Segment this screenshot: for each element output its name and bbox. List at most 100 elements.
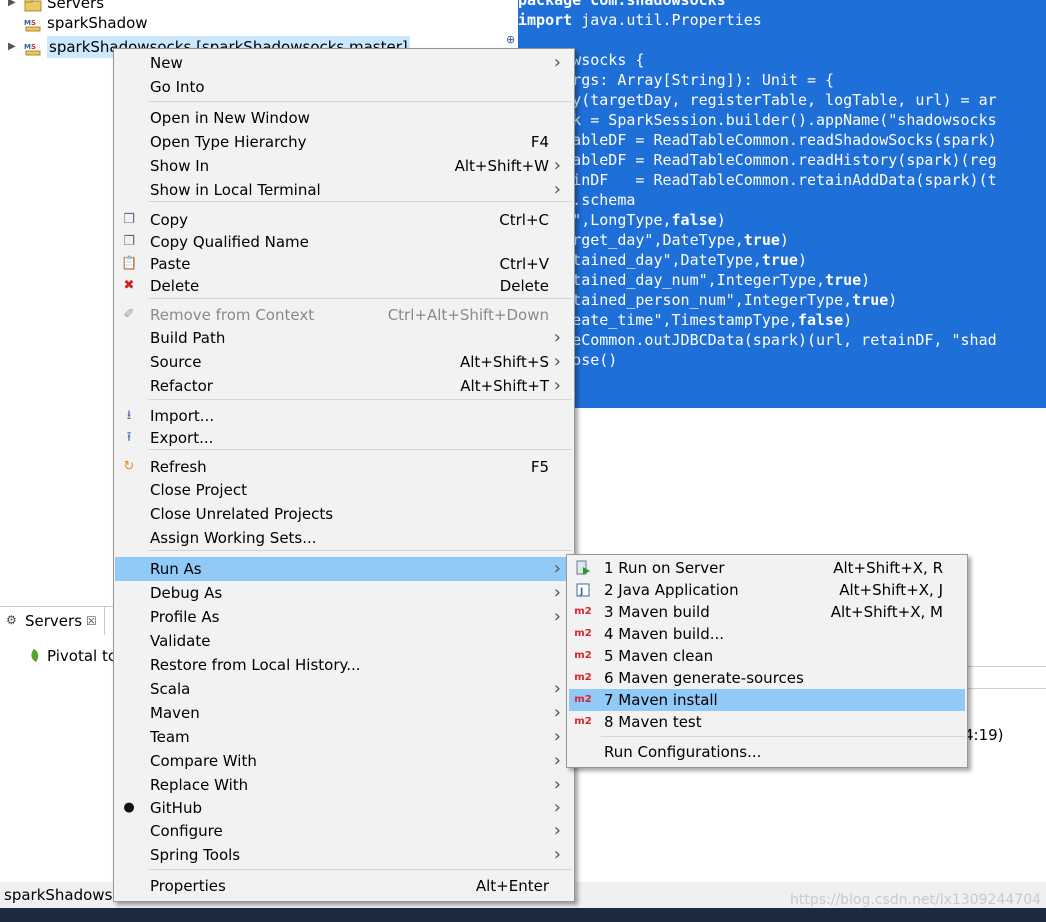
menu-item-label: Restore from Local History...: [150, 656, 361, 674]
menu-item-github[interactable]: ● GitHub ›: [115, 796, 573, 820]
tree-item-label: sparkShadow: [47, 14, 148, 32]
menu-item-build-path[interactable]: Build Path ›: [115, 326, 573, 350]
tab-servers[interactable]: ⚙ Servers ☒: [0, 607, 105, 635]
menu-item-copy-qualified-name[interactable]: ❐ Copy Qualified Name: [115, 230, 573, 254]
taskbar: [0, 908, 1046, 922]
menu-item-refresh[interactable]: ↻ Refresh F5: [115, 455, 573, 479]
menu-item-open-in-new-window[interactable]: Open in New Window: [115, 106, 573, 130]
close-icon[interactable]: ☒: [86, 610, 97, 632]
submenu-item-6-maven-generate-sources[interactable]: m2 6 Maven generate-sources: [569, 667, 965, 689]
remove-from-context-icon: ✐: [123, 307, 135, 322]
menu-item-label: Close Project: [150, 481, 247, 499]
fold-expand-icon[interactable]: ⊕: [506, 33, 515, 46]
menu-item-label: Profile As: [150, 608, 220, 626]
tree-item-sparkshadow[interactable]: MS sparkShadow: [0, 12, 484, 34]
server-label: Pivotal tc: [47, 647, 117, 665]
paste-icon: 📋: [121, 256, 138, 271]
menu-item-compare-with[interactable]: Compare With ›: [115, 749, 573, 773]
menu-item-import[interactable]: ⭳ Import...: [115, 404, 573, 428]
servers-icon: ⚙: [6, 613, 17, 627]
svg-text:S: S: [31, 19, 36, 27]
menu-item-export[interactable]: ⭱ Export...: [115, 426, 573, 450]
submenu-item-label: Run Configurations...: [604, 743, 762, 761]
menu-item-label: Source: [150, 353, 202, 371]
code-line: adTableCommon.outJDBCData(spark)(url, re…: [518, 330, 997, 350]
menu-item-open-type-hierarchy[interactable]: Open Type Hierarchy F4: [115, 130, 573, 154]
menu-item-label: Compare With: [150, 752, 257, 770]
menu-item-label: New: [150, 54, 183, 72]
submenu-arrow-icon: ›: [553, 351, 561, 372]
menu-item-label: Refactor: [150, 377, 213, 395]
submenu-item-label: 3 Maven build: [604, 603, 710, 621]
context-menu: New › Go Into Open in New Window Open Type H…: [113, 48, 575, 902]
menu-item-go-into[interactable]: Go Into: [115, 75, 573, 99]
menu-item-run-as[interactable]: Run As ›: [115, 557, 573, 581]
code-line: l logTableDF = ReadTableCommon.readHisto…: [518, 150, 997, 170]
submenu-item-run-configurations[interactable]: Run Configurations...: [569, 741, 965, 763]
expand-arrow-icon[interactable]: ▶: [8, 36, 16, 58]
menu-item-validate[interactable]: Validate: [115, 629, 573, 653]
submenu-item-label: 7 Maven install: [604, 691, 718, 709]
menu-item-delete[interactable]: ✖ Delete Delete: [115, 274, 573, 298]
code-text: ): [861, 271, 871, 289]
submenu-item-1-run-on-server[interactable]: 1 Run on Server Alt+Shift+X, R: [569, 557, 965, 579]
code-keyword: true: [825, 271, 862, 289]
menu-item-refactor[interactable]: Refactor Alt+Shift+T ›: [115, 374, 573, 398]
menu-item-label: Remove from Context: [150, 306, 315, 324]
code-line: l Array(targetDay, registerTable, logTab…: [518, 90, 997, 110]
code-keyword: true: [852, 291, 889, 309]
code-text: ): [716, 211, 726, 229]
submenu-item-4-maven-build[interactable]: m2 4 Maven build...: [569, 623, 965, 645]
menu-item-label: Show In: [150, 157, 210, 175]
menu-item-properties[interactable]: Properties Alt+Enter: [115, 874, 573, 898]
menu-item-close-project[interactable]: Close Project: [115, 478, 573, 502]
menu-item-new[interactable]: New ›: [115, 51, 573, 75]
code-keyword: true: [761, 251, 798, 269]
menu-item-debug-as[interactable]: Debug As ›: [115, 581, 573, 605]
menu-item-replace-with[interactable]: Replace With ›: [115, 773, 573, 797]
menu-item-spring-tools[interactable]: Spring Tools ›: [115, 843, 573, 867]
submenu-item-3-maven-build[interactable]: m2 3 Maven build Alt+Shift+X, M: [569, 601, 965, 623]
menu-item-team[interactable]: Team ›: [115, 725, 573, 749]
submenu-item-label: 5 Maven clean: [604, 647, 714, 665]
code-keyword: import: [518, 11, 573, 29]
github-icon: ●: [123, 800, 135, 815]
code-line: package com.shadowsocks: [518, 0, 726, 10]
folder-icon: [24, 0, 42, 12]
code-line: l retainDF = ReadTableCommon.retainAddDa…: [518, 170, 997, 190]
code-text: l logTableDF = ReadTableCommon.readHisto…: [518, 151, 997, 169]
menu-item-copy[interactable]: ❐ Copy Ctrl+C: [115, 208, 573, 232]
menu-item-label: Close Unrelated Projects: [150, 505, 334, 523]
import-icon: ⭳: [126, 408, 132, 423]
menu-item-label: Properties: [150, 877, 226, 895]
menu-item-maven[interactable]: Maven ›: [115, 701, 573, 725]
submenu-arrow-icon: ›: [553, 179, 561, 200]
submenu-item-8-maven-test[interactable]: m2 8 Maven test: [569, 711, 965, 733]
submenu-item-2-java-application[interactable]: J 2 Java Application Alt+Shift+X, J: [569, 579, 965, 601]
menu-item-label: Export...: [150, 429, 214, 447]
submenu-item-label: 6 Maven generate-sources: [604, 669, 804, 687]
menu-item-source[interactable]: Source Alt+Shift+S ›: [115, 350, 573, 374]
code-text: adTableCommon.outJDBCData(spark)(url, re…: [518, 331, 997, 349]
menu-item-restore-from-local-history[interactable]: Restore from Local History...: [115, 653, 573, 677]
menu-item-assign-working-sets[interactable]: Assign Working Sets...: [115, 526, 573, 550]
menu-item-paste[interactable]: 📋 Paste Ctrl+V: [115, 252, 573, 276]
menu-item-label: Import...: [150, 407, 215, 425]
menu-item-configure[interactable]: Configure ›: [115, 819, 573, 843]
menu-item-close-unrelated-projects[interactable]: Close Unrelated Projects: [115, 502, 573, 526]
code-text: l spark = SparkSession.builder().appName…: [518, 111, 997, 129]
menu-item-remove-from-context[interactable]: ✐ Remove from Context Ctrl+Alt+Shift+Down: [115, 303, 573, 327]
menu-item-show-in-local-terminal[interactable]: Show in Local Terminal ›: [115, 178, 573, 202]
menu-item-scala[interactable]: Scala ›: [115, 677, 573, 701]
submenu-arrow-icon: ›: [553, 844, 561, 865]
menu-item-show-in[interactable]: Show In Alt+Shift+W ›: [115, 154, 573, 178]
menu-item-profile-as[interactable]: Profile As ›: [115, 605, 573, 629]
menu-separator: [148, 869, 572, 870]
menu-item-label: Spring Tools: [150, 846, 241, 864]
tab-label: Servers: [25, 612, 83, 630]
code-text: ): [797, 251, 807, 269]
svg-text:M: M: [24, 19, 31, 27]
menu-separator: [148, 298, 572, 299]
submenu-item-7-maven-install[interactable]: m2 7 Maven install: [569, 689, 965, 711]
submenu-item-5-maven-clean[interactable]: m2 5 Maven clean: [569, 645, 965, 667]
